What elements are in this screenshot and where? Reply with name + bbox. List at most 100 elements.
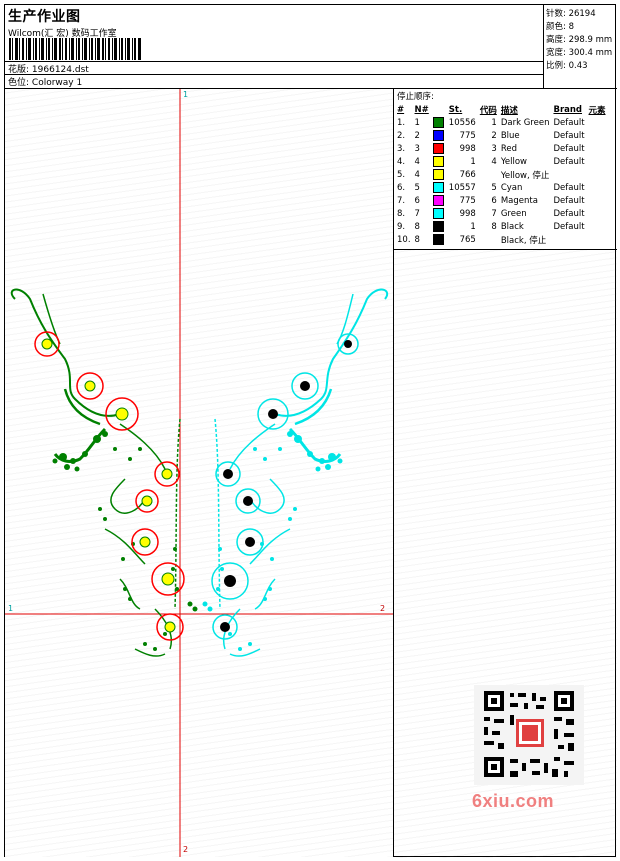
stat-stitches: 针数: 26194 — [546, 7, 596, 19]
color-code: 8 — [491, 221, 497, 232]
color-description: Magenta — [500, 195, 538, 206]
stat-label: 针数: — [546, 9, 566, 19]
needle-number: 8 — [414, 221, 420, 232]
color-swatch — [432, 195, 444, 206]
element-cell — [587, 233, 608, 246]
needle-number: 6 — [414, 195, 420, 206]
color-code: 2 — [491, 130, 497, 141]
color-code: 7 — [491, 208, 497, 219]
header-info: 生产作业图 Wilcom(汇 宏) 数码工作室 花版: 1966124.dst … — [5, 5, 543, 88]
stitch-count: 775 — [459, 130, 476, 141]
needle-number: 4 — [414, 156, 420, 167]
color-swatch — [432, 169, 444, 180]
colorway-label: 色位: — [8, 78, 30, 88]
colorway-name: Colorway 1 — [31, 78, 83, 88]
element-cell — [587, 181, 608, 194]
col-header: 代码 — [479, 105, 497, 116]
row-index: 8. — [397, 208, 406, 219]
stat-value: 298.9 mm — [568, 35, 613, 45]
stitch-count: 766 — [459, 169, 476, 180]
thread-brand: Default — [553, 221, 585, 232]
row-index: 10. — [397, 234, 411, 245]
thread-brand — [551, 168, 586, 181]
color-swatch-cell — [431, 181, 447, 194]
color-swatch-cell — [431, 116, 447, 129]
right-flowers — [211, 333, 359, 640]
col-header: 元素 — [588, 105, 606, 116]
thread-brand: Default — [553, 130, 585, 141]
embroidery-design — [5, 89, 393, 857]
stat-colors: 颜色: 8 — [546, 20, 574, 32]
element-cell — [587, 168, 608, 181]
table-row: 5. 4 766 Yellow, 停止 — [395, 168, 608, 181]
col-header: 描述 — [500, 105, 518, 116]
color-description: Yellow — [500, 156, 528, 167]
color-description: Dark Green — [500, 117, 550, 128]
stitch-count: 1 — [470, 221, 476, 232]
axis-label-left: 1 — [8, 604, 14, 613]
stat-label: 颜色: — [546, 22, 566, 32]
color-code: 6 — [491, 195, 497, 206]
color-swatch-cell — [431, 155, 447, 168]
stat-value: 0.43 — [568, 61, 588, 71]
element-cell — [587, 142, 608, 155]
color-swatch — [432, 130, 444, 141]
color-description: Red — [500, 143, 517, 154]
right-floral-motif — [214, 288, 388, 657]
color-description: Cyan — [500, 182, 523, 193]
element-cell — [587, 220, 608, 233]
left-flowers — [34, 331, 185, 641]
col-header: St. — [448, 104, 463, 115]
stop-sequence-table: # N# St. 代码 描述 Brand 元素 1. 1 10556 1 Dark Gr… — [395, 103, 608, 246]
col-header: # — [397, 104, 405, 115]
stat-scale: 比例: 0.43 — [546, 59, 588, 71]
row-index: 3. — [397, 143, 406, 154]
table-row: 7. 6 775 6 Magenta Default — [395, 194, 608, 207]
color-swatch-cell — [431, 207, 447, 220]
needle-number: 2 — [414, 130, 420, 141]
color-swatch — [432, 182, 444, 193]
stitch-count: 998 — [459, 208, 476, 219]
color-code: 3 — [491, 143, 497, 154]
table-header-row: # N# St. 代码 描述 Brand 元素 — [395, 103, 608, 116]
stop-sequence-title: 停止顺序: — [397, 92, 434, 102]
row-index: 5. — [397, 169, 406, 180]
table-row: 8. 7 998 7 Green Default — [395, 207, 608, 220]
axis-label-right: 2 — [380, 604, 386, 613]
needle-number: 8 — [414, 234, 420, 245]
table-row: 9. 8 1 8 Black Default — [395, 220, 608, 233]
row-index: 9. — [397, 221, 406, 232]
needle-number: 1 — [414, 117, 420, 128]
color-description: Black — [500, 221, 524, 232]
color-swatch — [432, 234, 444, 245]
stitch-count: 10557 — [448, 182, 476, 193]
color-swatch-cell — [431, 168, 447, 181]
row-index: 7. — [397, 195, 406, 206]
row-index: 6. — [397, 182, 406, 193]
thread-brand: Default — [553, 143, 585, 154]
divider — [5, 74, 543, 75]
embroidery-preview: 1 2 1 2 — [5, 89, 394, 857]
color-swatch — [432, 221, 444, 232]
color-description: Blue — [500, 130, 520, 141]
stat-label: 高度: — [546, 35, 566, 45]
element-cell — [587, 129, 608, 142]
color-description: Yellow, 停止 — [500, 170, 550, 181]
element-cell — [587, 207, 608, 220]
needle-number: 5 — [414, 182, 420, 193]
color-code: 4 — [491, 156, 497, 167]
stitch-count: 765 — [459, 234, 476, 245]
color-code — [478, 233, 499, 246]
color-code: 1 — [491, 117, 497, 128]
qr-code — [474, 685, 584, 785]
stat-label: 比例: — [546, 61, 566, 71]
color-code: 5 — [491, 182, 497, 193]
color-swatch-cell — [431, 233, 447, 246]
row-index: 1. — [397, 117, 406, 128]
color-code — [478, 168, 499, 181]
sheet-header: 生产作业图 Wilcom(汇 宏) 数码工作室 花版: 1966124.dst … — [5, 5, 617, 89]
stat-label: 宽度: — [546, 48, 566, 58]
stat-width: 宽度: 300.4 mm — [546, 46, 612, 58]
needle-number: 3 — [414, 143, 420, 154]
design-stats: 针数: 26194 颜色: 8 高度: 298.9 mm 宽度: 300.4 m… — [543, 5, 618, 88]
